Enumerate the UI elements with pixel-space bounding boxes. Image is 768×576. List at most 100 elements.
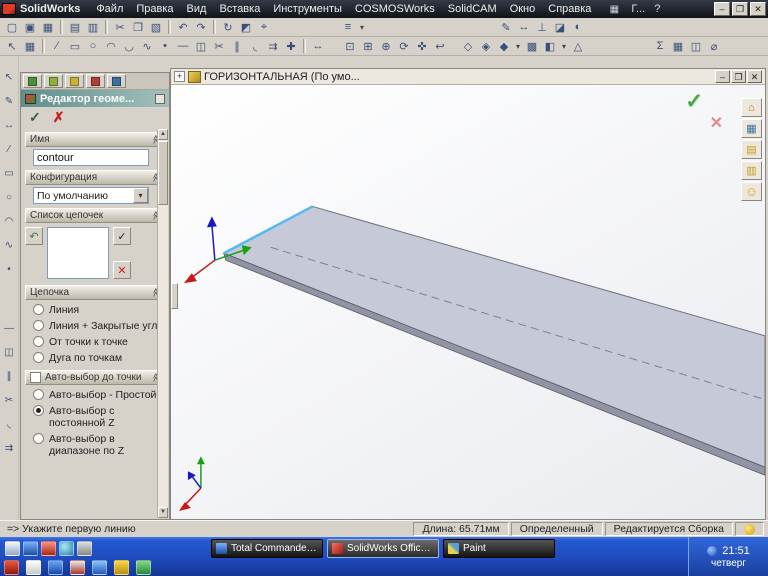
radio-row-auto-simple[interactable]: Авто-выбор - Простой [21,387,169,403]
circle-tool-icon[interactable]: ○ [84,38,102,54]
spline-tool-icon[interactable]: ∿ [1,238,17,253]
file-explorer-icon[interactable]: ▤ [741,140,762,159]
smiley-icon[interactable]: ☺ [741,182,762,201]
display-style-dropdown-icon[interactable]: ▾ [513,38,523,54]
point-tool-icon[interactable]: • [156,38,174,54]
tab-featuremanager[interactable] [23,74,42,88]
status-help-icon[interactable] [744,523,755,535]
shadows-icon[interactable]: ▩ [523,38,541,54]
radio-row-auto-range-z[interactable]: Авто-выбор в диапазоне по Z [21,431,169,459]
graphics-area[interactable]: ✓ ✕ ⌂ ▦ ▤ ▥ ☺ [171,85,765,519]
quicklaunch-icon-7[interactable] [26,560,41,575]
radio-auto-constant-z[interactable] [33,405,44,416]
cancel-button[interactable]: ✗ [53,109,65,126]
smart-dimension-icon[interactable]: ↔ [515,19,533,35]
convert-entities-icon[interactable]: ⇉ [1,441,17,456]
arc-tool-icon[interactable]: ◠ [1,214,17,229]
quicklaunch-icon-10[interactable] [92,560,107,575]
rectangle-tool-icon[interactable]: ▭ [1,166,17,181]
centerline-tool-icon[interactable]: — [174,38,192,54]
quicklaunch-icon-11[interactable] [114,560,129,575]
dropdown-arrow-icon[interactable]: ▾ [133,188,148,203]
circle-tool-icon[interactable]: ○ [1,190,17,205]
zoom-area-icon[interactable]: ⊞ [359,38,377,54]
mirror-entities-icon[interactable]: ◫ [1,345,17,360]
view-palette-icon[interactable]: ▥ [741,161,762,180]
quicklaunch-icon-5[interactable] [77,541,92,556]
previous-view-icon[interactable]: ↩ [431,38,449,54]
undo-icon[interactable]: ↶ [174,19,192,35]
design-table-icon[interactable]: ▦ [669,38,687,54]
maximize-button[interactable]: ❐ [732,2,748,16]
tab-configurationmanager[interactable] [65,74,84,88]
radio-point-to-point[interactable] [33,336,44,347]
dimension-tool-icon[interactable]: ↔ [309,38,327,54]
menu-window[interactable]: Окно [504,3,542,15]
quicklaunch-icon-12[interactable] [136,560,151,575]
menu-solidcam[interactable]: SolidCAM [442,3,503,15]
chain-listbox[interactable] [47,227,109,279]
ok-button[interactable]: ✓ [29,109,41,126]
grid-icon[interactable]: ▦ [21,38,39,54]
selection-filter-icon[interactable]: ⌖ [255,19,273,35]
plate-top-face[interactable] [222,205,765,468]
radio-line-closed-corners[interactable] [33,320,44,331]
scroll-down-icon[interactable]: ▼ [158,507,168,518]
delete-chain-button[interactable]: ✕ [113,261,131,279]
doc-restore-button[interactable]: ❐ [731,70,746,83]
fillet-tool-icon[interactable]: ◟ [246,38,264,54]
quicklaunch-icon-8[interactable] [48,560,63,575]
tab-displaymanager[interactable] [107,74,126,88]
sketch-icon[interactable]: ✎ [497,19,515,35]
options-dropdown-icon[interactable]: ▾ [357,19,367,35]
display-settings-icon[interactable]: ◪ [551,19,569,35]
paste-icon[interactable]: ▧ [147,19,165,35]
minimize-button[interactable]: – [714,2,730,16]
close-button[interactable]: ✕ [750,2,766,16]
design-library-icon[interactable]: ▦ [741,119,762,138]
confirm-ok-icon[interactable]: ✓ [685,89,703,114]
select-icon[interactable]: ↖ [1,70,17,85]
tab-dimxpert[interactable] [86,74,105,88]
rotate-view-icon[interactable]: ⟳ [395,38,413,54]
zoom-in-out-icon[interactable]: ⊕ [377,38,395,54]
confirm-cancel-icon[interactable]: ✕ [710,113,723,133]
perspective-icon[interactable]: △ [569,38,587,54]
spline-tool-icon[interactable]: ∿ [138,38,156,54]
expand-tree-icon[interactable]: + [174,71,185,82]
autoselect-section-header[interactable]: Авто-выбор до точки ≪ [25,370,165,385]
quicklaunch-icon-4[interactable] [59,541,74,556]
radio-row-point-to-point[interactable]: От точки к точке [21,334,169,350]
relations-icon[interactable]: ⊥ [533,19,551,35]
new-icon[interactable]: ▢ [3,19,21,35]
mass-properties-icon[interactable]: ◫ [687,38,705,54]
section-view-icon[interactable]: ◧ [541,38,559,54]
fillet-tool-icon[interactable]: ◟ [1,417,17,432]
taskbar-button-paint[interactable]: Paint [443,539,555,558]
select-icon[interactable]: ↖ [3,38,21,54]
titlebar-help-icon[interactable]: ? [654,3,660,15]
radio-row-arc-by-points[interactable]: Дуга по точкам [21,350,169,366]
menu-view[interactable]: Вид [181,3,213,15]
quicklaunch-icon-1[interactable] [5,541,20,556]
offset-entities-icon[interactable]: ∥ [1,369,17,384]
menu-insert[interactable]: Вставка [213,3,266,15]
quicklaunch-icon-2[interactable] [23,541,38,556]
section-configuration-header[interactable]: Конфигурация ≪ [25,170,165,185]
trim-entities-icon[interactable]: ✂ [1,393,17,408]
accept-chain-button[interactable]: ✓ [113,227,131,245]
menu-help[interactable]: Справка [542,3,597,15]
radio-line[interactable] [33,304,44,315]
tab-propertymanager[interactable] [44,74,63,88]
configuration-select[interactable]: По умолчанию ▾ [33,187,149,204]
equations-icon[interactable]: Σ [651,38,669,54]
trim-entities-icon[interactable]: ✂ [210,38,228,54]
wireframe-icon[interactable]: ◇ [459,38,477,54]
scroll-up-icon[interactable]: ▲ [158,129,168,140]
splitter-handle[interactable] [171,283,178,309]
redo-icon[interactable]: ↷ [192,19,210,35]
radio-row-line[interactable]: Линия [21,302,169,318]
quicklaunch-icon-3[interactable] [41,541,56,556]
panel-scrollbar[interactable]: ▲ ▼ [157,129,168,518]
section-chainlist-header[interactable]: Список цепочек ≪ [25,208,165,223]
